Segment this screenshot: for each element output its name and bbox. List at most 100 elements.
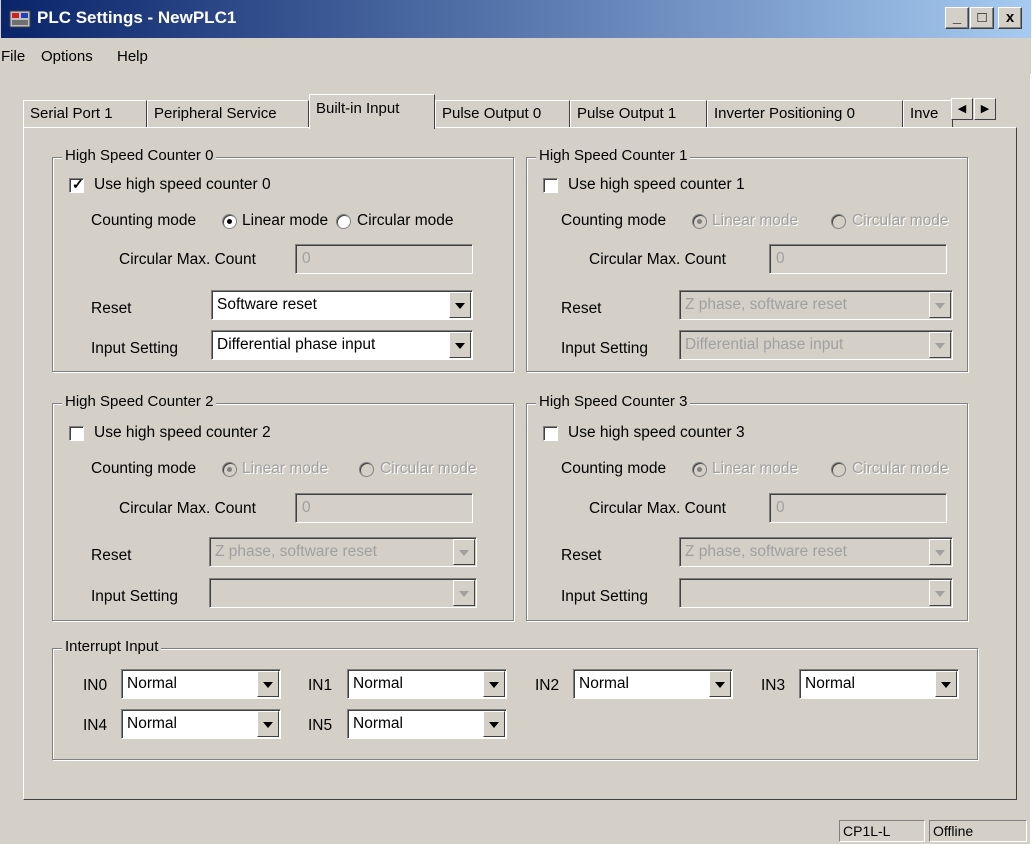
tab-scroll-left-button[interactable]: ◀ — [951, 98, 973, 120]
reset-dropdown[interactable]: Z phase, software reset — [679, 537, 953, 567]
use-counter-2-checkbox[interactable] — [69, 426, 84, 441]
circular-max-count-input[interactable]: 0 — [295, 244, 473, 274]
circular-mode-radio[interactable] — [336, 214, 351, 229]
linear-mode-radio[interactable] — [222, 462, 237, 477]
circular-max-count-label: Circular Max. Count — [589, 500, 726, 517]
close-button[interactable]: x — [998, 7, 1022, 29]
linear-mode-label: Linear mode — [242, 460, 329, 477]
counting-mode-label: Counting mode — [91, 212, 197, 229]
circular-mode-radio[interactable] — [831, 462, 846, 477]
app-icon — [9, 10, 31, 28]
circular-max-count-input[interactable]: 0 — [295, 493, 473, 523]
use-counter-3-checkbox[interactable] — [543, 426, 558, 441]
chevron-down-icon — [455, 343, 465, 349]
chevron-down-icon — [489, 682, 499, 688]
in0-label: IN0 — [83, 677, 108, 694]
dropdown-button[interactable] — [709, 671, 731, 697]
maximize-button[interactable]: □ — [970, 7, 994, 29]
dropdown-button[interactable] — [483, 671, 505, 697]
dropdown-button[interactable] — [257, 711, 279, 737]
tab-serial-port-1[interactable]: Serial Port 1 — [23, 100, 147, 127]
input-setting-dropdown[interactable] — [679, 578, 953, 608]
circular-max-count-label: Circular Max. Count — [119, 500, 256, 517]
high-speed-counter-1-group: High Speed Counter 1 Use high speed coun… — [526, 147, 968, 372]
reset-value: Z phase, software reset — [685, 543, 847, 560]
use-counter-0-label: Use high speed counter 0 — [94, 176, 271, 193]
circular-mode-radio[interactable] — [359, 462, 374, 477]
in3-label: IN3 — [761, 677, 786, 694]
use-counter-0-checkbox[interactable]: ✓ — [69, 176, 84, 193]
radio-dot-icon — [227, 467, 232, 472]
status-bar: CP1L-L Offline — [1, 818, 1031, 844]
minimize-button[interactable]: _ — [945, 7, 969, 29]
linear-mode-radio[interactable] — [692, 462, 707, 477]
reset-value: Software reset — [217, 296, 317, 313]
group-title: High Speed Counter 2 — [62, 393, 217, 410]
reset-label: Reset — [561, 547, 602, 564]
dropdown-button[interactable] — [929, 580, 951, 606]
tab-built-in-input[interactable]: Built-in Input — [309, 94, 435, 129]
dropdown-button[interactable] — [257, 671, 279, 697]
counting-mode-label: Counting mode — [91, 460, 197, 477]
circular-mode-label: Circular mode — [380, 460, 477, 477]
circular-max-count-label: Circular Max. Count — [119, 251, 256, 268]
reset-value: Z phase, software reset — [215, 543, 377, 560]
dropdown-button[interactable] — [935, 671, 957, 697]
input-setting-dropdown[interactable]: Differential phase input — [211, 330, 473, 360]
dropdown-button[interactable] — [453, 539, 475, 565]
in4-dropdown[interactable]: Normal — [121, 709, 281, 739]
dropdown-button[interactable] — [929, 332, 951, 358]
linear-mode-radio[interactable] — [222, 214, 237, 229]
menu-help[interactable]: Help — [117, 48, 148, 65]
chevron-down-icon — [263, 682, 273, 688]
dropdown-button[interactable] — [449, 332, 471, 358]
linear-mode-label: Linear mode — [712, 212, 799, 229]
reset-label: Reset — [91, 547, 132, 564]
in3-dropdown[interactable]: Normal — [799, 669, 959, 699]
tab-strip: Serial Port 1 Peripheral Service Built-i… — [23, 88, 1013, 129]
tab-peripheral-service[interactable]: Peripheral Service — [147, 100, 309, 127]
menu-file[interactable]: File — [1, 48, 25, 65]
use-counter-1-checkbox[interactable] — [543, 178, 558, 193]
tab-scroll-right-button[interactable]: ▶ — [974, 98, 996, 120]
title-bar[interactable]: PLC Settings - NewPLC1 _ □ x — [1, 0, 1031, 38]
dropdown-button[interactable] — [453, 580, 475, 606]
in3-value: Normal — [805, 675, 855, 692]
use-counter-3-label: Use high speed counter 3 — [568, 424, 745, 441]
input-setting-label: Input Setting — [561, 340, 649, 357]
input-setting-dropdown[interactable]: Differential phase input — [679, 330, 953, 360]
tab-inverter-positioning-1-truncated[interactable]: Inve — [903, 100, 953, 127]
input-setting-label: Input Setting — [91, 340, 179, 357]
dropdown-button[interactable] — [929, 292, 951, 318]
circular-mode-radio[interactable] — [831, 214, 846, 229]
reset-dropdown[interactable]: Software reset — [211, 290, 473, 320]
in1-dropdown[interactable]: Normal — [347, 669, 507, 699]
reset-value: Z phase, software reset — [685, 296, 847, 313]
group-title: High Speed Counter 3 — [536, 393, 691, 410]
dropdown-button[interactable] — [449, 292, 471, 318]
reset-dropdown[interactable]: Z phase, software reset — [679, 290, 953, 320]
chevron-down-icon — [935, 550, 945, 556]
reset-dropdown[interactable]: Z phase, software reset — [209, 537, 477, 567]
chevron-down-icon — [455, 303, 465, 309]
input-setting-value: Differential phase input — [217, 336, 376, 353]
input-setting-dropdown[interactable] — [209, 578, 477, 608]
dropdown-button[interactable] — [929, 539, 951, 565]
menu-options[interactable]: Options — [41, 48, 93, 65]
circular-max-count-input[interactable]: 0 — [769, 244, 947, 274]
in0-dropdown[interactable]: Normal — [121, 669, 281, 699]
linear-mode-radio[interactable] — [692, 214, 707, 229]
tab-pulse-output-0[interactable]: Pulse Output 0 — [435, 100, 570, 127]
circular-max-count-input[interactable]: 0 — [769, 493, 947, 523]
chevron-down-icon — [489, 722, 499, 728]
dropdown-button[interactable] — [483, 711, 505, 737]
in5-dropdown[interactable]: Normal — [347, 709, 507, 739]
chevron-down-icon — [715, 682, 725, 688]
in2-dropdown[interactable]: Normal — [573, 669, 733, 699]
tab-inverter-positioning-0[interactable]: Inverter Positioning 0 — [707, 100, 903, 127]
high-speed-counter-0-group: High Speed Counter 0 ✓ Use high speed co… — [52, 147, 514, 372]
in4-label: IN4 — [83, 717, 108, 734]
use-counter-2-label: Use high speed counter 2 — [94, 424, 271, 441]
counting-mode-label: Counting mode — [561, 460, 667, 477]
tab-pulse-output-1[interactable]: Pulse Output 1 — [570, 100, 707, 127]
